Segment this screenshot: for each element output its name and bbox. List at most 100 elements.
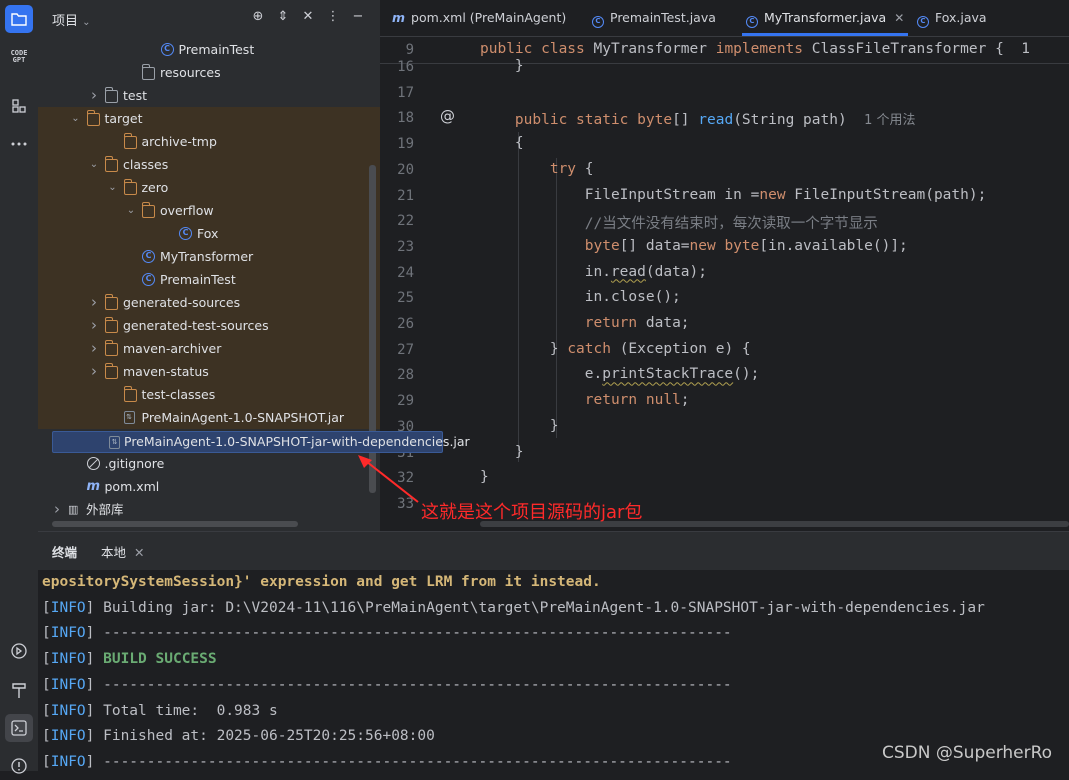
- tree-item[interactable]: C PremainTest: [38, 268, 380, 291]
- terminal-icon[interactable]: [5, 714, 33, 742]
- code-token: [in.available()];: [759, 237, 908, 254]
- code-token: INFO: [50, 676, 86, 693]
- tree-item[interactable]: › generated-sources: [38, 291, 380, 314]
- code-token: }: [480, 469, 489, 486]
- tab-label: MyTransformer.java: [764, 10, 887, 25]
- code-token: BUILD SUCCESS: [103, 651, 217, 668]
- code-token: catch: [567, 340, 620, 357]
- folder-icon: [105, 87, 118, 103]
- terminal-header: 终端 本地 ✕: [38, 532, 1069, 570]
- tree-item[interactable]: C MyTransformer: [38, 245, 380, 268]
- problems-icon[interactable]: [5, 752, 33, 780]
- chevron-right-icon[interactable]: ›: [88, 291, 100, 314]
- chevron-down-icon[interactable]: ⌄: [88, 153, 100, 176]
- more-icon[interactable]: [5, 130, 33, 158]
- chevron-down-icon[interactable]: ⌄: [125, 199, 137, 222]
- tree-item[interactable]: C PremainTest: [38, 38, 380, 61]
- editor-tabs: m pom.xml (PreMainAgent) C PremainTest.java…: [380, 0, 1069, 37]
- code-token: FileInputStream in =: [480, 186, 760, 203]
- terminal-line: [INFO] Finished at: 2025-06-25T20:25:56+…: [42, 728, 435, 744]
- close-icon[interactable]: ✕: [894, 11, 904, 25]
- class-icon: C: [746, 16, 758, 28]
- tree-item[interactable]: resources: [38, 61, 380, 84]
- code-token: implements: [715, 41, 812, 57]
- terminal-line: [INFO] Building jar: D:\V2024-11\116\Pre…: [42, 600, 985, 616]
- chevron-right-icon[interactable]: ›: [88, 314, 100, 337]
- code-token: FileInputStream(path);: [794, 186, 987, 203]
- build-icon[interactable]: [5, 676, 33, 704]
- chevron-down-icon[interactable]: ⌄: [107, 176, 119, 199]
- chevron-right-icon[interactable]: ›: [88, 360, 100, 383]
- tree-item[interactable]: m pom.xml: [38, 475, 380, 498]
- chevron-right-icon[interactable]: ›: [88, 337, 100, 360]
- tree-item[interactable]: test-classes: [38, 383, 380, 406]
- code-token: MyTransformer: [593, 41, 716, 57]
- code-token: ;: [680, 392, 690, 409]
- tree-item[interactable]: .gitignore: [38, 452, 380, 475]
- tree-item-label: MyTransformer: [160, 249, 254, 264]
- code-token: //当文件没有结束时，每次读取一个字节显示: [480, 216, 878, 233]
- code-token: public class: [480, 41, 594, 57]
- services-icon[interactable]: [5, 637, 33, 665]
- code-token: in.: [480, 263, 611, 280]
- editor-tab[interactable]: m pom.xml (PreMainAgent): [392, 0, 566, 36]
- expand-icon[interactable]: ⇕: [275, 9, 291, 25]
- tree-item[interactable]: ⌄ target: [38, 107, 380, 130]
- annotation-arrow: [358, 455, 419, 503]
- code-token: []: [672, 112, 699, 129]
- code-token: ] --------------------------------------…: [85, 753, 732, 770]
- chevron-right-icon[interactable]: ›: [51, 498, 63, 521]
- close-icon[interactable]: ✕: [134, 545, 144, 560]
- tree-item-label: test: [123, 88, 148, 103]
- chevron-right-icon[interactable]: ›: [88, 84, 100, 107]
- folder-icon: [105, 294, 118, 310]
- terminal-line: [INFO] ---------------------------------…: [42, 625, 732, 641]
- code-token: [] data=: [619, 237, 690, 254]
- codegpt-icon[interactable]: CODE GPT: [5, 43, 33, 71]
- tab-local-label: 本地: [101, 545, 127, 560]
- tab-local[interactable]: 本地 ✕: [101, 542, 145, 561]
- tree-item[interactable]: › maven-archiver: [38, 337, 380, 360]
- tree-item[interactable]: › generated-test-sources: [38, 314, 380, 337]
- project-icon[interactable]: [5, 5, 33, 33]
- editor-tab[interactable]: C MyTransformer.java ✕: [741, 0, 909, 36]
- tab-label: PremainTest.java: [610, 10, 716, 25]
- code-token: INFO: [50, 625, 86, 642]
- annotation-gutter-icon[interactable]: @: [440, 107, 455, 125]
- tree-item[interactable]: C Fox: [38, 222, 380, 245]
- locate-icon[interactable]: ⊕: [250, 9, 266, 25]
- tree-item[interactable]: › test: [38, 84, 380, 107]
- folder-icon: [123, 179, 137, 195]
- tree-item[interactable]: ⇅ PreMainAgent-1.0-SNAPSHOT.jar: [38, 406, 380, 429]
- tree-item[interactable]: archive-tmp: [38, 130, 380, 153]
- tree-item[interactable]: › ▥ 外部库: [38, 498, 380, 521]
- tree-item[interactable]: ⌄ overflow: [38, 199, 380, 222]
- editor-tab[interactable]: C PremainTest.java: [592, 0, 716, 36]
- editor-tab[interactable]: C Fox.java: [917, 0, 987, 36]
- tree-item[interactable]: ⌄ classes: [38, 153, 380, 176]
- structure-icon[interactable]: [5, 92, 33, 120]
- tree-item[interactable]: › maven-status: [38, 360, 380, 383]
- codegpt-label: CODE GPT: [10, 49, 28, 64]
- code-line: public static byte[] read(String path) 1…: [480, 109, 916, 128]
- folder-icon: [142, 202, 155, 218]
- line-number: 19: [397, 136, 414, 153]
- hide-icon[interactable]: −: [350, 9, 366, 25]
- sticky-code: public class MyTransformer implements Cl…: [480, 41, 1030, 57]
- code-token: [: [42, 728, 51, 745]
- collapse-icon[interactable]: ✕: [300, 9, 316, 25]
- chevron-down-icon[interactable]: ⌄: [70, 107, 82, 130]
- usage-hint[interactable]: 1 个用法: [864, 113, 915, 128]
- project-title[interactable]: 项目 ⌄: [52, 10, 91, 29]
- project-hscrollbar[interactable]: [52, 521, 298, 527]
- code-line: byte[] data=new byte[in.available()];: [480, 238, 908, 254]
- code-token: data;: [645, 315, 690, 331]
- code-token: }: [480, 58, 524, 74]
- tree-item[interactable]: ⌄ zero: [38, 176, 380, 199]
- folder-icon: [123, 386, 137, 402]
- options-icon[interactable]: ⋮: [325, 9, 341, 25]
- tree-item-label: archive-tmp: [141, 134, 217, 149]
- code-token: return null: [480, 392, 681, 409]
- folder-icon: [142, 64, 155, 80]
- code-token: [: [42, 676, 51, 693]
